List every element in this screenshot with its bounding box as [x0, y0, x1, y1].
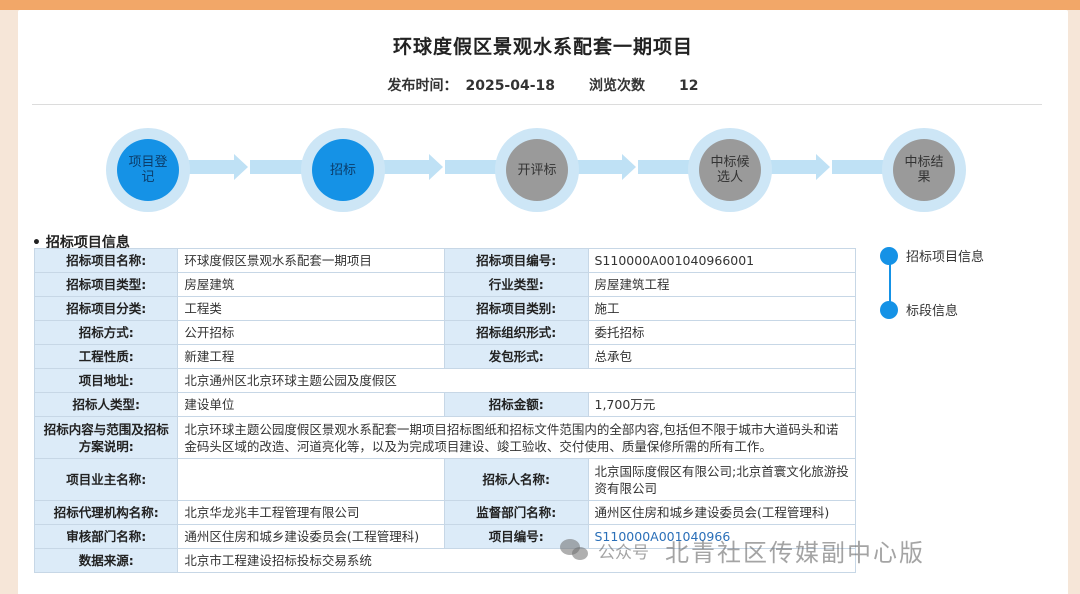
anchor-item-tender-info[interactable]: 招标项目信息: [880, 246, 984, 265]
table-key: 行业类型:: [444, 272, 589, 297]
table-value: 施工: [587, 296, 856, 321]
table-row: 招标项目类型: 房屋建筑 行业类型: 房屋建筑工程: [33, 272, 856, 297]
table-row: 招标人类型: 建设单位 招标金额: 1,700万元: [33, 392, 856, 417]
table-key: 发包形式:: [444, 344, 589, 369]
step-winning-result[interactable]: 中标结果: [882, 128, 966, 212]
wechat-icon: [560, 539, 590, 561]
table-key: 招标金额:: [444, 392, 589, 417]
table-row: 招标项目名称: 环球度假区景观水系配套一期项目 招标项目编号: S110000A…: [33, 248, 856, 273]
progress-stepper: 项目登记 招标 开评标 中标候选人 中标结果: [18, 120, 1068, 216]
table-value: 房屋建筑: [177, 272, 446, 297]
table-key: 项目业主名称:: [33, 458, 179, 501]
step-label: 招标: [312, 139, 374, 201]
table-value: 总承包: [587, 344, 856, 369]
publish-meta: 发布时间： 2025-04-18 浏览次数 12: [18, 75, 1068, 95]
table-row: 工程性质: 新建工程 发包形式: 总承包: [33, 344, 856, 369]
step-track: [383, 160, 433, 174]
side-anchor-nav: 招标项目信息 标段信息: [880, 246, 1060, 336]
table-row: 招标项目分类: 工程类 招标项目类别: 施工: [33, 296, 856, 321]
anchor-dot-icon: [880, 246, 898, 265]
table-key: 招标人类型:: [33, 392, 179, 417]
step-arrow-icon: [429, 154, 443, 180]
step-label: 中标结果: [893, 139, 955, 201]
watermark-small: 公众号: [598, 542, 649, 563]
anchor-label: 招标项目信息: [906, 250, 985, 265]
watermark-big: 北青社区传媒副中心版: [665, 538, 925, 567]
step-label: 开评标: [506, 139, 568, 201]
table-value: 委托招标: [587, 320, 856, 345]
step-winning-candidate[interactable]: 中标候选人: [688, 128, 772, 212]
anchor-label: 标段信息: [906, 304, 959, 319]
table-value: 工程类: [177, 296, 446, 321]
table-value: 北京通州区北京环球主题公园及度假区: [177, 368, 856, 393]
step-tender[interactable]: 招标: [301, 128, 385, 212]
table-key: 招标人名称:: [444, 458, 589, 501]
table-key: 招标项目分类:: [33, 296, 179, 321]
top-accent-bar: [0, 0, 1080, 10]
table-key: 招标方式:: [33, 320, 179, 345]
table-row: 招标方式: 公开招标 招标组织形式: 委托招标: [33, 320, 856, 345]
step-bid-evaluation[interactable]: 开评标: [495, 128, 579, 212]
table-value: 环球度假区景观水系配套一期项目: [177, 248, 446, 273]
table-key: 数据来源:: [33, 548, 179, 573]
table-value: 1,700万元: [587, 392, 856, 417]
step-track: [188, 160, 238, 174]
step-arrow-icon: [816, 154, 830, 180]
step-track: [770, 160, 820, 174]
table-value: 新建工程: [177, 344, 446, 369]
table-key: 招标项目编号:: [444, 248, 589, 273]
page-title: 环球度假区景观水系配套一期项目: [392, 36, 693, 58]
table-value: [177, 458, 446, 501]
anchor-item-section-info[interactable]: 标段信息: [880, 300, 958, 319]
step-label: 项目登记: [117, 139, 179, 201]
table-value: 通州区住房和城乡建设委员会(工程管理科): [587, 500, 856, 525]
table-value: 建设单位: [177, 392, 446, 417]
table-value: 房屋建筑工程: [587, 272, 856, 297]
step-arrow-icon: [622, 154, 636, 180]
table-key: 招标项目类别:: [444, 296, 589, 321]
table-key: 项目地址:: [33, 368, 179, 393]
table-key: 招标代理机构名称:: [33, 500, 179, 525]
table-row: 项目地址: 北京通州区北京环球主题公园及度假区: [33, 368, 856, 393]
step-arrow-icon: [234, 154, 248, 180]
table-row: 项目业主名称: 招标人名称: 北京国际度假区有限公司;北京首寰文化旅游投资有限公…: [33, 458, 856, 501]
table-value: 北京国际度假区有限公司;北京首寰文化旅游投资有限公司: [587, 458, 856, 501]
views-label: 浏览次数: [589, 78, 646, 94]
step-label: 中标候选人: [699, 139, 761, 201]
table-value: 通州区住房和城乡建设委员会(工程管理科): [177, 524, 446, 549]
divider: [32, 104, 1042, 105]
anchor-dot-icon: [880, 300, 898, 319]
table-key: 招标项目名称:: [33, 248, 179, 273]
table-key: 招标内容与范围及招标方案说明:: [33, 416, 179, 459]
table-key: 工程性质:: [33, 344, 179, 369]
step-project-registration[interactable]: 项目登记: [106, 128, 190, 212]
table-key: 监督部门名称:: [444, 500, 589, 525]
publish-label: 发布时间：: [387, 78, 458, 94]
table-value: 北京华龙兆丰工程管理有限公司: [177, 500, 446, 525]
table-value: S110000A001040966001: [587, 248, 856, 273]
table-row: 招标代理机构名称: 北京华龙兆丰工程管理有限公司 监督部门名称: 通州区住房和城…: [33, 500, 856, 525]
table-key: 审核部门名称:: [33, 524, 179, 549]
table-value: 北京环球主题公园度假区景观水系配套一期项目招标图纸和招标文件范围内的全部内容,包…: [177, 416, 856, 459]
project-info-table: 招标项目名称: 环球度假区景观水系配套一期项目 招标项目编号: S110000A…: [33, 248, 856, 573]
step-track: [576, 160, 626, 174]
table-row: 招标内容与范围及招标方案说明: 北京环球主题公园度假区景观水系配套一期项目招标图…: [33, 416, 856, 459]
table-key: 招标组织形式:: [444, 320, 589, 345]
views-count: 12: [679, 78, 699, 94]
table-key: 招标项目类型:: [33, 272, 179, 297]
content-card: 环球度假区景观水系配套一期项目 发布时间： 2025-04-18 浏览次数 12 项目…: [18, 10, 1068, 594]
watermark: 公众号 北青社区传媒副中心版: [560, 530, 925, 570]
table-value: 公开招标: [177, 320, 446, 345]
publish-date: 2025-04-18: [465, 78, 556, 94]
